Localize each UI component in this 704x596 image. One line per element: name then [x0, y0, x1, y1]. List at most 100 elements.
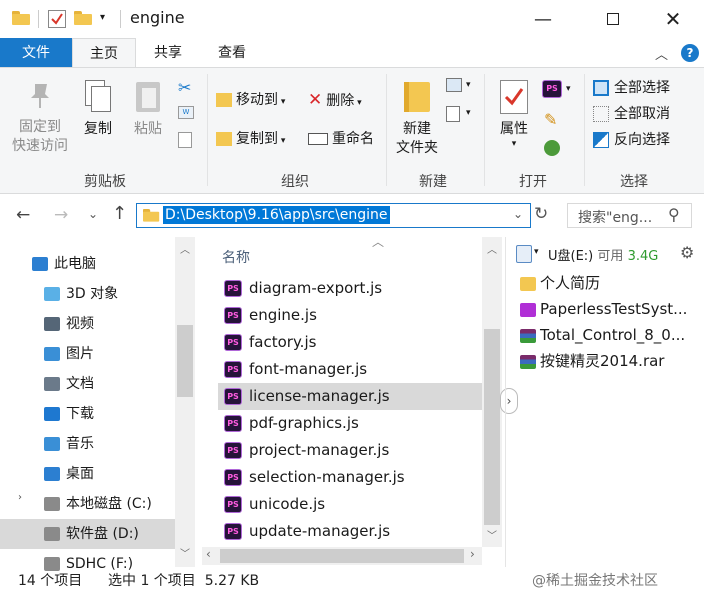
new-folder-quick-icon[interactable] — [74, 11, 92, 25]
copy-to-icon — [216, 132, 232, 146]
nav-item[interactable]: 软件盘 (D:) — [0, 519, 175, 549]
nav-item[interactable]: 此电脑 — [0, 249, 163, 279]
item-count: 14 个项目 — [18, 573, 83, 589]
select-group-label: 选择 — [620, 174, 648, 190]
invert-selection-button[interactable]: 反向选择 — [593, 128, 670, 152]
status-bar: 14 个项目 选中 1 个项目 5.27 KB @稀土掘金技术社区 — [0, 567, 704, 596]
paste-shortcut-icon[interactable] — [178, 132, 192, 148]
dropdown-icon[interactable]: ▾ — [534, 247, 539, 257]
copy-button[interactable]: 复制 — [80, 80, 116, 139]
file-list-scrollbar-horizontal[interactable]: ‹ › — [202, 547, 482, 565]
delete-button[interactable]: ✕ 删除 ▾ — [308, 88, 362, 112]
maximize-button[interactable] — [590, 0, 636, 38]
up-arrow-icon[interactable]: ↑ — [112, 203, 127, 224]
move-to-button[interactable]: 移动到 ▾ — [216, 88, 285, 112]
file-row[interactable]: PS diagram-export.js — [218, 275, 482, 302]
nav-item[interactable]: 下载 — [0, 399, 175, 429]
address-bar[interactable]: D:\Desktop\9.16\app\src\engine ⌄ — [136, 203, 531, 228]
paste-button[interactable]: 粘贴 — [128, 80, 168, 139]
clipboard-group-label: 剪贴板 — [84, 174, 126, 190]
available-label: 可用 — [597, 249, 624, 264]
preview-item-label: 个人简历 — [540, 274, 601, 292]
phpstorm-file-icon: PS — [224, 523, 242, 540]
help-icon[interactable]: ? — [681, 44, 699, 62]
close-button[interactable]: ✕ — [650, 0, 696, 38]
refresh-icon[interactable]: ↻ — [534, 204, 548, 224]
file-name: update-manager.js — [249, 522, 391, 540]
file-row[interactable]: PS update-manager.js — [218, 518, 482, 545]
easy-access-icon[interactable] — [446, 106, 460, 122]
address-dropdown-icon[interactable]: ⌄ — [513, 207, 523, 221]
settings-gear-icon[interactable]: ⚙ — [680, 243, 694, 262]
tab-share[interactable]: 共享 — [140, 38, 196, 68]
search-box[interactable]: 搜索"eng... ⚲ — [567, 203, 692, 228]
properties-quick-icon[interactable] — [48, 10, 66, 28]
back-arrow-icon[interactable]: ← — [16, 205, 30, 225]
nav-item[interactable]: 本地磁盘 (C:) — [0, 489, 175, 519]
available-value: 3.4G — [627, 249, 659, 264]
minimize-button[interactable]: — — [520, 0, 566, 38]
file-list-scrollbar-vertical[interactable]: ︿ ﹀ — [482, 237, 502, 547]
nav-item-label: 图片 — [66, 346, 94, 362]
preview-item[interactable]: 按键精灵2014.rar — [520, 348, 698, 374]
forward-arrow-icon[interactable]: → — [54, 205, 68, 225]
recent-locations-icon[interactable]: ⌄ — [88, 207, 98, 221]
file-row[interactable]: PS selection-manager.js — [218, 464, 482, 491]
select-none-button[interactable]: 全部取消 — [593, 102, 670, 126]
nav-item[interactable]: 3D 对象 — [0, 279, 175, 309]
tab-home[interactable]: 主页 — [72, 38, 136, 68]
file-row[interactable]: PS license-manager.js — [218, 383, 482, 410]
edit-icon[interactable]: ✎ — [544, 110, 557, 129]
file-name: pdf-graphics.js — [249, 414, 359, 432]
navigation-pane: 此电脑 3D 对象 视频 图片 文档 下载 音乐 桌面 本地磁盘 (C:) 软件盘 (D:) SDH… — [0, 237, 196, 572]
preview-item[interactable]: Total_Control_8_0... — [520, 322, 698, 348]
preview-item[interactable]: PaperlessTestSyst... — [520, 296, 698, 322]
preview-item-label: Total_Control_8_0... — [540, 326, 686, 344]
select-all-icon — [593, 80, 609, 96]
new-item-icon[interactable] — [446, 78, 462, 92]
file-row[interactable]: PS project-manager.js — [218, 437, 482, 464]
watermark: @稀土掘金技术社区 — [532, 573, 658, 589]
nav-item-label: 桌面 — [66, 466, 94, 482]
file-row[interactable]: PS unicode.js — [218, 491, 482, 518]
open-icon[interactable]: PS — [542, 80, 562, 98]
rename-button[interactable]: 重命名 — [308, 127, 374, 151]
file-row[interactable]: PS factory.js — [218, 329, 482, 356]
file-row[interactable]: PS font-manager.js — [218, 356, 482, 383]
nav-item[interactable]: 音乐 — [0, 429, 175, 459]
nav-item-label: 文档 — [66, 376, 94, 392]
tab-file[interactable]: 文件 — [0, 38, 72, 68]
tab-view[interactable]: 查看 — [204, 38, 260, 68]
pin-to-quick-access-button[interactable]: 固定到 快速访问 — [8, 80, 72, 156]
file-name: license-manager.js — [249, 387, 390, 405]
address-path[interactable]: D:\Desktop\9.16\app\src\engine — [163, 206, 390, 224]
properties-button[interactable]: 属性 ▾ — [492, 80, 536, 149]
nav-item-label: 音乐 — [66, 436, 94, 452]
column-header-name[interactable]: 名称 — [222, 247, 250, 267]
customize-quick-access-icon[interactable]: ▾ — [100, 12, 105, 23]
file-row[interactable]: PS engine.js — [218, 302, 482, 329]
phpstorm-file-icon: PS — [224, 307, 242, 324]
drive-shield-icon — [516, 245, 532, 263]
new-folder-button[interactable]: 新建 文件夹 — [390, 80, 444, 158]
expand-chevron-icon[interactable]: › — [18, 492, 22, 503]
select-all-button[interactable]: 全部选择 — [593, 76, 670, 100]
search-input[interactable]: 搜索"eng... — [578, 207, 652, 227]
history-icon[interactable] — [544, 140, 560, 156]
nav-item[interactable]: 文档 — [0, 369, 175, 399]
cut-icon[interactable]: ✂ — [178, 78, 191, 97]
nav-item[interactable]: 视频 — [0, 309, 175, 339]
nav-item[interactable]: 图片 — [0, 339, 175, 369]
search-icon[interactable]: ⚲ — [668, 205, 680, 224]
app-icon — [520, 302, 536, 317]
new-group-label: 新建 — [419, 174, 447, 190]
preview-item[interactable]: 个人简历 — [520, 270, 698, 296]
nav-item-label: 软件盘 (D:) — [66, 526, 139, 542]
collapse-ribbon-icon[interactable]: ︿ — [655, 44, 668, 63]
sort-ascending-icon: ︿ — [372, 235, 385, 249]
copy-to-button[interactable]: 复制到 ▾ — [216, 127, 285, 151]
nav-item[interactable]: 桌面 — [0, 459, 175, 489]
nav-scrollbar[interactable]: ︿ ﹀ — [175, 237, 195, 567]
copy-path-icon[interactable]: W — [178, 106, 194, 119]
file-row[interactable]: PS pdf-graphics.js — [218, 410, 482, 437]
